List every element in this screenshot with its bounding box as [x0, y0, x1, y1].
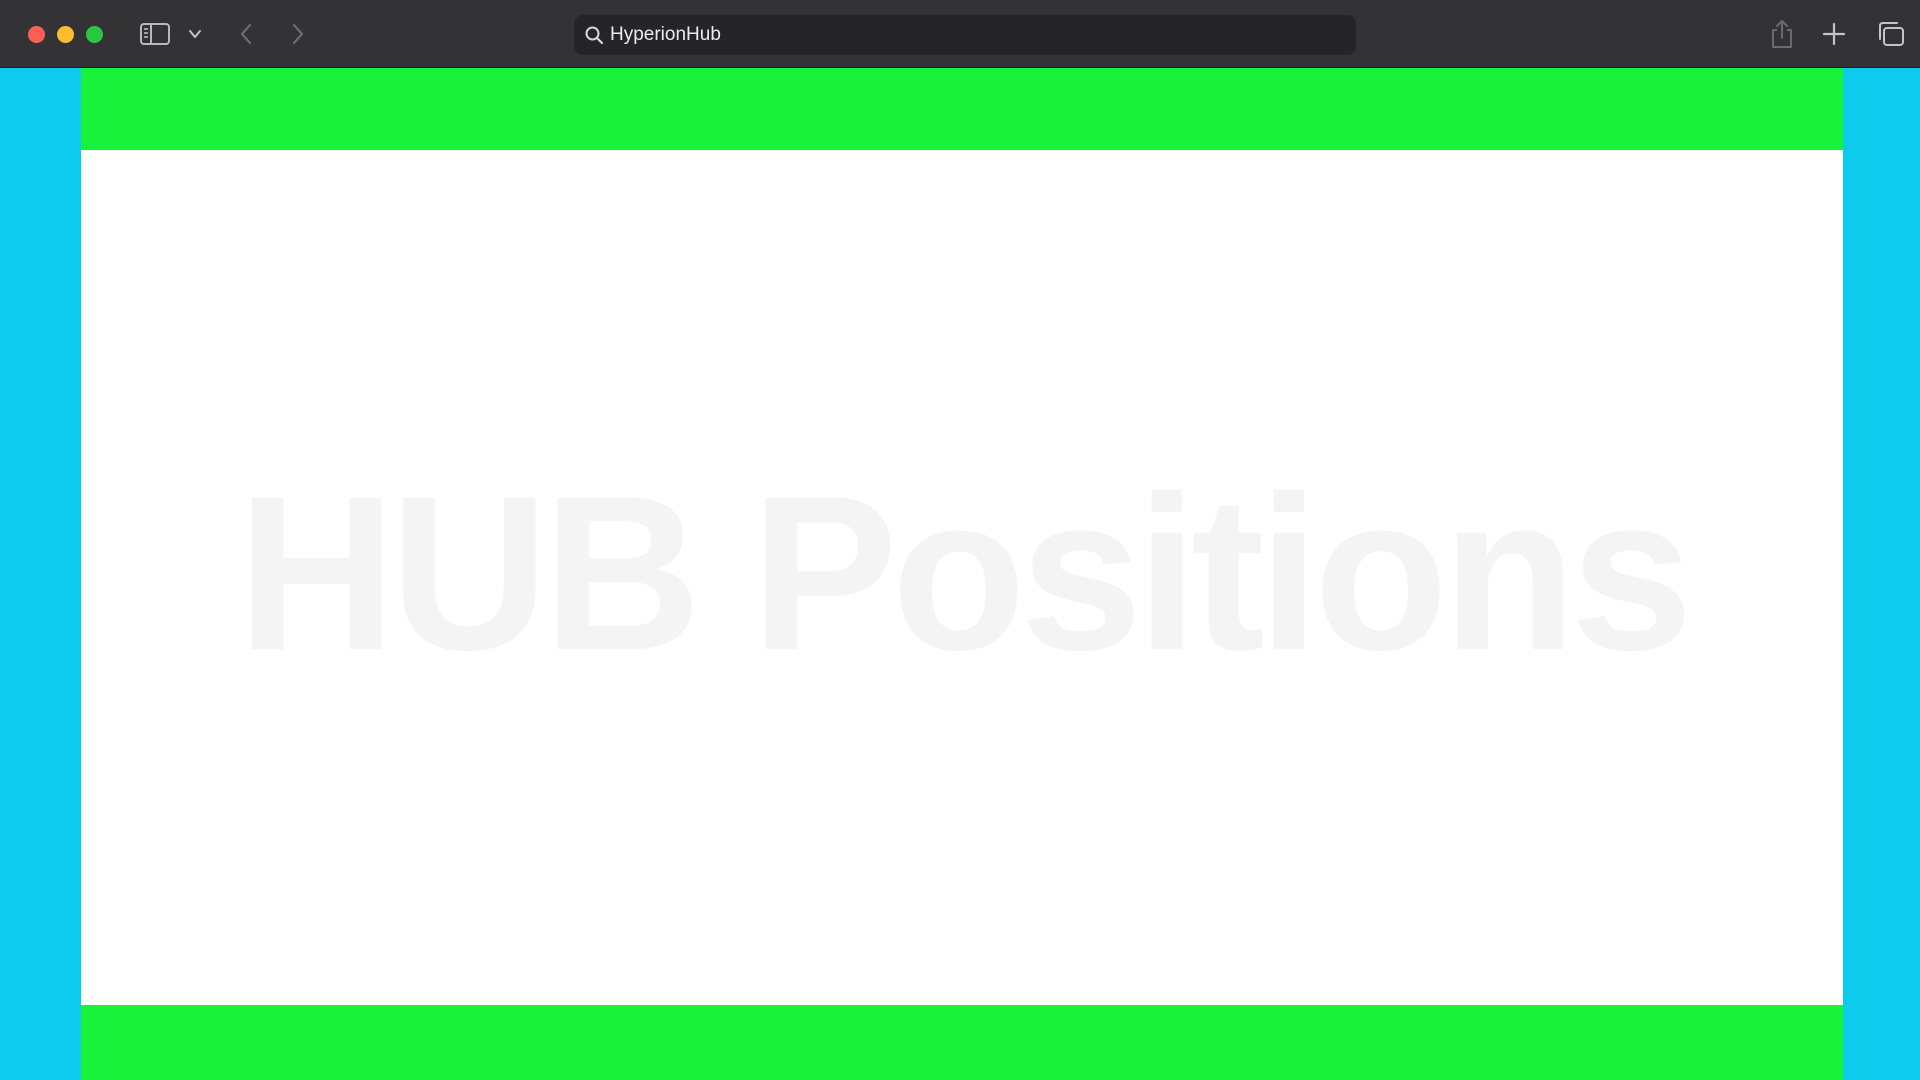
- bottom-banner: [81, 1005, 1843, 1080]
- new-tab-button[interactable]: [1822, 22, 1846, 46]
- page-body: HUB Positions: [81, 68, 1843, 1080]
- hero-title: HUB Positions: [237, 450, 1693, 696]
- minimize-window-button[interactable]: [57, 26, 74, 43]
- address-bar[interactable]: HyperionHub: [574, 15, 1356, 55]
- chevron-right-icon: [292, 23, 304, 45]
- browser-window: HyperionHub HUB Positions: [0, 0, 1920, 1080]
- browser-toolbar: HyperionHub: [0, 0, 1920, 68]
- tabs-icon: [1879, 22, 1904, 46]
- sidebar-icon[interactable]: [140, 22, 170, 46]
- forward-button[interactable]: [290, 22, 306, 46]
- top-banner: [81, 68, 1843, 150]
- share-icon: [1772, 20, 1792, 48]
- chevron-down-icon[interactable]: [188, 27, 202, 41]
- zoom-window-button[interactable]: [86, 26, 103, 43]
- close-window-button[interactable]: [28, 26, 45, 43]
- plus-icon: [1822, 22, 1846, 46]
- tab-overview-button[interactable]: [1877, 21, 1905, 47]
- search-icon: [584, 25, 604, 45]
- back-button[interactable]: [238, 22, 254, 46]
- share-button[interactable]: [1769, 19, 1795, 49]
- address-bar-text[interactable]: HyperionHub: [610, 24, 721, 46]
- web-content: HUB Positions: [0, 68, 1920, 1080]
- chevron-left-icon: [240, 23, 252, 45]
